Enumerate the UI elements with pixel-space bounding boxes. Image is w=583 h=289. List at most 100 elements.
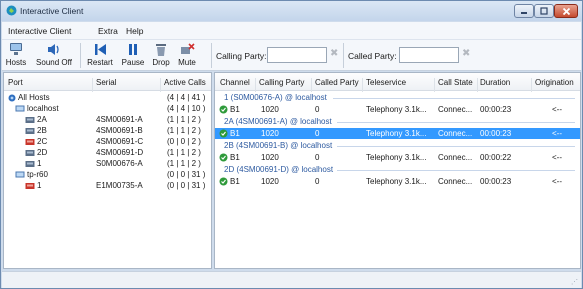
clear-calling-party-icon[interactable]: ✖	[330, 48, 338, 59]
toolbar-divider	[80, 43, 81, 68]
tree-row-host[interactable]: tp-r60 (0 | 0 | 31 )	[4, 170, 211, 180]
origination: <--	[552, 105, 562, 114]
call-group-header[interactable]: 2B (4SM00691-B) @ localhost	[215, 141, 580, 151]
column-header-teleservice[interactable]: Teleservice	[366, 78, 406, 87]
tree-row-port[interactable]: 2B 4SM00691-B (1 | 1 | 2 )	[4, 126, 211, 136]
minimize-button[interactable]	[514, 4, 534, 18]
port-error-icon	[25, 183, 35, 189]
trash-icon	[156, 44, 166, 56]
tree-row-port[interactable]: 2D 4SM00691-D (1 | 1 | 2 )	[4, 148, 211, 158]
app-window: Interactive Client Interactive Client Ex…	[0, 0, 583, 289]
sound-off-button[interactable]: Sound Off	[32, 42, 76, 69]
port-name: 1	[37, 159, 42, 168]
tree-row-port[interactable]: 1 S0M00676-A (1 | 1 | 2 )	[4, 159, 211, 169]
active-calls: (4 | 4 | 10 )	[167, 104, 206, 113]
called-party: 0	[315, 105, 320, 114]
active-calls: (0 | 0 | 31 )	[167, 170, 206, 179]
serial: S0M00676-A	[96, 159, 143, 168]
clear-called-party-icon[interactable]: ✖	[462, 48, 470, 59]
tree-row-port[interactable]: 2A 4SM00691-A (1 | 1 | 2 )	[4, 115, 211, 125]
column-header-call-state[interactable]: Call State	[438, 78, 473, 87]
port-icon	[25, 150, 35, 156]
status-bar: ⋰	[2, 271, 581, 288]
toolbar-divider	[211, 43, 212, 68]
call-row[interactable]: B1 1020 0 Telephony 3.1k... Connec... 00…	[215, 152, 580, 163]
port-name: 2C	[37, 137, 48, 146]
menu-extra[interactable]: Extra	[98, 26, 118, 36]
column-header-channel[interactable]: Channel	[220, 78, 250, 87]
maximize-button[interactable]	[534, 4, 554, 18]
active-calls: (0 | 0 | 31 )	[167, 181, 206, 190]
group-label: 2A (4SM00691-A) @ localhost	[224, 117, 332, 126]
port-name: 1	[37, 181, 42, 190]
call-group-header[interactable]: 2A (4SM00691-A) @ localhost	[215, 117, 580, 127]
pause-icon	[129, 44, 137, 55]
call-active-icon	[219, 177, 228, 186]
column-header-origination[interactable]: Origination	[535, 78, 574, 87]
call-group-header[interactable]: 2D (4SM00691-D) @ localhost	[215, 165, 580, 175]
serial: 4SM00691-B	[96, 126, 143, 135]
column-header-port[interactable]: Port	[8, 78, 23, 87]
mute-label: Mute	[178, 58, 196, 67]
title-bar[interactable]: Interactive Client	[1, 1, 582, 21]
teleservice: Telephony 3.1k...	[366, 153, 427, 162]
speaker-icon	[48, 44, 59, 55]
called-party-label: Called Party:	[348, 51, 397, 61]
close-icon	[562, 7, 570, 15]
menu-interactive-client[interactable]: Interactive Client	[8, 26, 71, 36]
menu-help[interactable]: Help	[126, 26, 143, 36]
column-divider	[311, 78, 312, 92]
close-button[interactable]	[554, 4, 578, 18]
hosts-label: Hosts	[5, 58, 27, 67]
call-active-icon	[219, 153, 228, 162]
port-name: localhost	[27, 104, 59, 113]
column-header-duration[interactable]: Duration	[480, 78, 510, 87]
pause-label: Pause	[121, 58, 145, 67]
column-divider	[92, 78, 93, 92]
port-name: 2D	[37, 148, 48, 157]
tree-row-port[interactable]: 1 E1M00735-A (0 | 0 | 31 )	[4, 181, 211, 191]
call-row[interactable]: B1 1020 0 Telephony 3.1k... Connec... 00…	[215, 176, 580, 187]
call-active-icon	[219, 129, 228, 138]
channel: B1	[230, 129, 240, 138]
host-icon	[15, 171, 25, 178]
call-row-selected[interactable]: B1 1020 0 Telephony 3.1k... Connec... 00…	[215, 128, 580, 139]
port-icon	[25, 117, 35, 123]
tree-row-host[interactable]: localhost (4 | 4 | 10 )	[4, 104, 211, 114]
pause-button[interactable]: Pause	[118, 42, 148, 69]
mute-button[interactable]: Mute	[174, 42, 200, 69]
column-divider	[362, 78, 363, 92]
calls-header: Channel Calling Party Called Party Teles…	[215, 73, 580, 92]
drop-button[interactable]: Drop	[148, 42, 174, 69]
calling-party-input[interactable]	[267, 47, 327, 63]
calling-party: 1020	[261, 105, 279, 114]
channel: B1	[230, 105, 240, 114]
drop-label: Drop	[152, 58, 170, 67]
column-header-serial[interactable]: Serial	[96, 78, 116, 87]
duration: 00:00:23	[480, 105, 512, 114]
menu-bar: Interactive Client Extra Help	[2, 22, 581, 40]
calling-party: 1020	[261, 153, 279, 162]
ports-header: Port Serial Active Calls	[4, 73, 211, 92]
active-calls: (1 | 1 | 2 )	[167, 148, 201, 157]
restart-button[interactable]: Restart	[84, 42, 116, 69]
calling-party: 1020	[261, 129, 279, 138]
resize-grip-icon[interactable]: ⋰	[571, 278, 578, 286]
group-divider	[337, 146, 575, 147]
tree-row-all-hosts[interactable]: All Hosts (4 | 4 | 41 )	[4, 93, 211, 103]
active-calls: (1 | 1 | 2 )	[167, 159, 201, 168]
hosts-icon	[10, 43, 22, 55]
duration: 00:00:22	[480, 153, 512, 162]
call-group-header[interactable]: 1 (S0M00676-A) @ localhost	[215, 93, 580, 103]
mute-icon	[181, 43, 195, 54]
called-party-input[interactable]	[399, 47, 459, 63]
column-header-called-party[interactable]: Called Party	[315, 78, 359, 87]
column-header-calling-party[interactable]: Calling Party	[259, 78, 304, 87]
call-row[interactable]: B1 1020 0 Telephony 3.1k... Connec... 00…	[215, 104, 580, 115]
channel: B1	[230, 177, 240, 186]
teleservice: Telephony 3.1k...	[366, 105, 427, 114]
column-header-active-calls[interactable]: Active Calls	[164, 78, 206, 87]
hosts-button[interactable]: Hosts	[4, 42, 28, 69]
tree-row-port[interactable]: 2C 4SM00691-C (0 | 0 | 2 )	[4, 137, 211, 147]
column-divider	[477, 78, 478, 92]
